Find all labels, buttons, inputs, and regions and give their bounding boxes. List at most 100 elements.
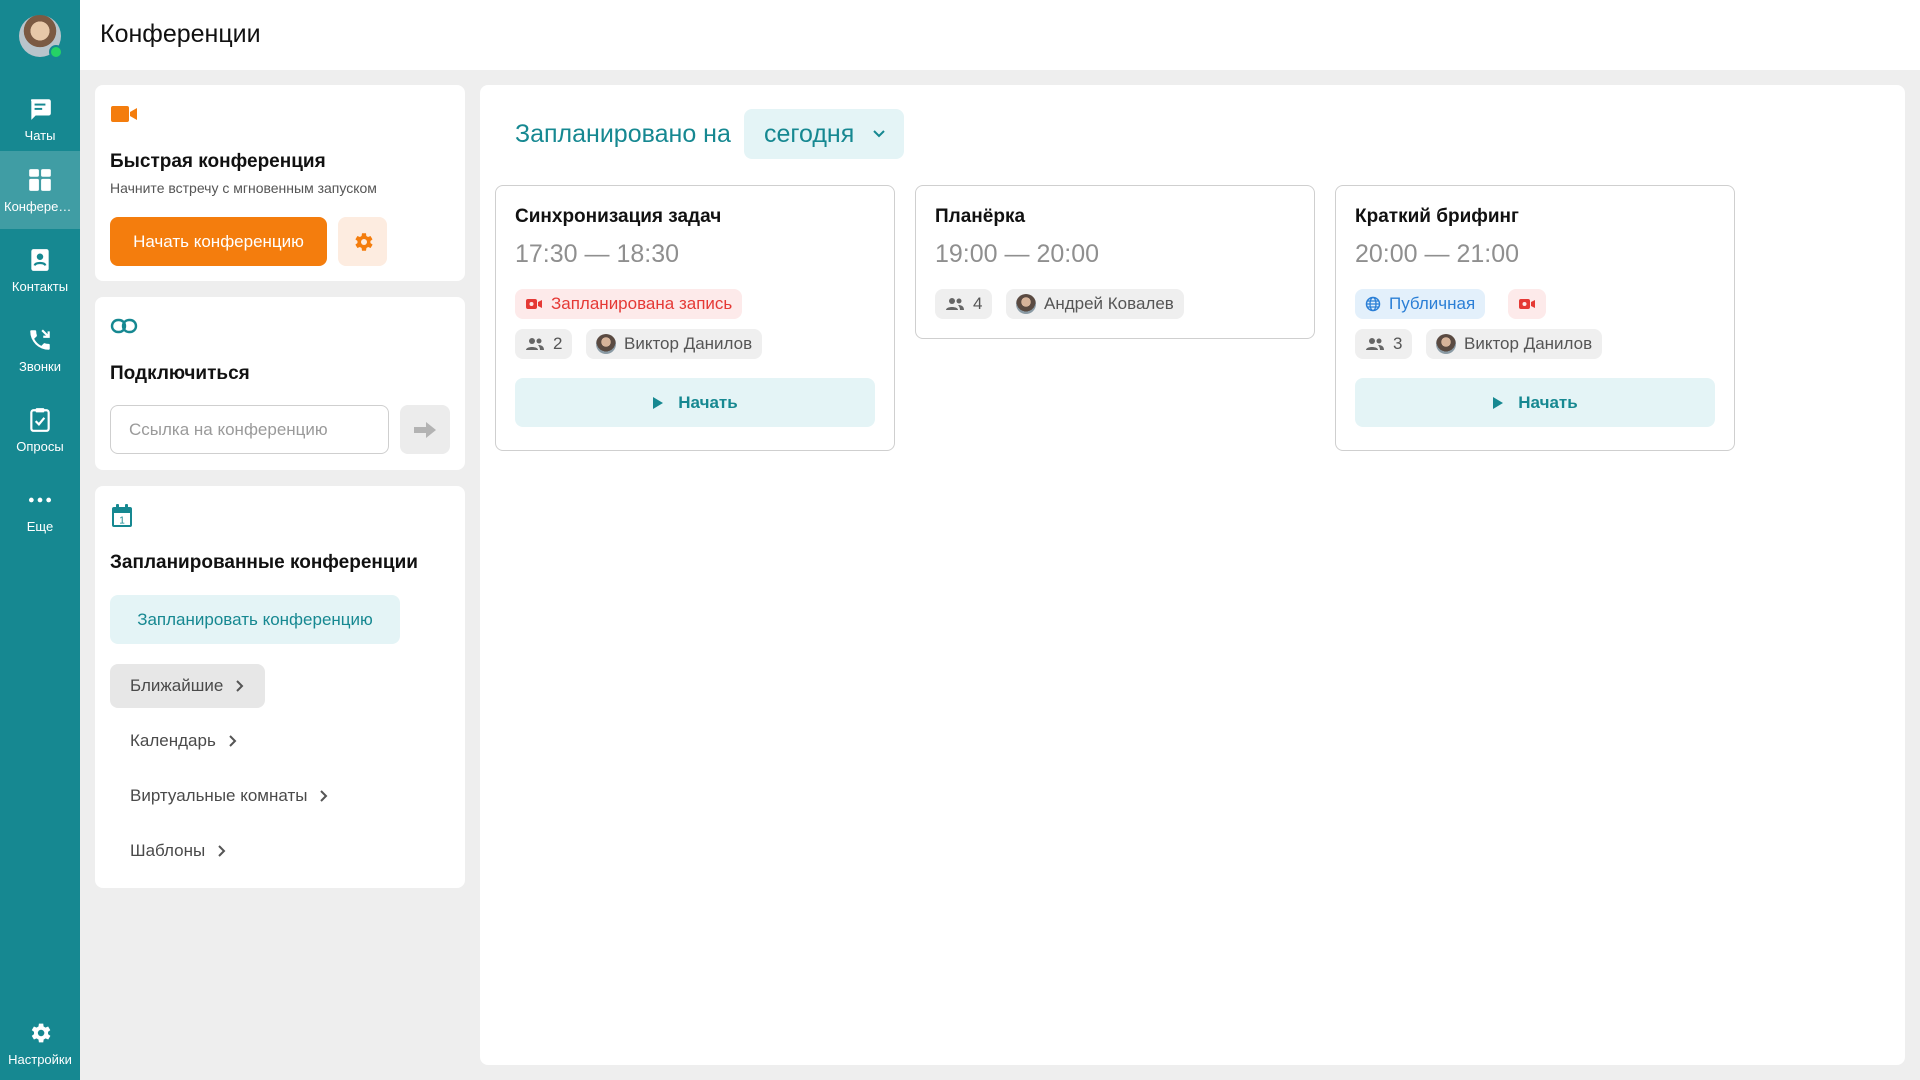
participants-count-value: 2 xyxy=(553,334,563,353)
scheduled-for-label: Запланировано на xyxy=(515,120,731,148)
menu-calendar-label: Календарь xyxy=(130,731,216,750)
participants-icon xyxy=(946,298,964,310)
participants-icon xyxy=(1366,338,1384,350)
start-button-label: Начать xyxy=(1518,392,1578,412)
menu-upcoming-label: Ближайшие xyxy=(130,676,224,695)
recording-badge-label: Запланирована запись xyxy=(551,294,733,313)
nav-more-label: Еще xyxy=(26,519,54,534)
play-icon xyxy=(1493,396,1504,409)
organizer-avatar xyxy=(1016,294,1036,314)
planned-conferences-panel: 1 Запланированные конференции Запланиров… xyxy=(95,486,465,888)
quick-conference-panel: Быстрая конференция Начните встречу с мг… xyxy=(95,85,465,281)
link-icon xyxy=(110,318,138,334)
start-button-label: Начать xyxy=(678,392,738,412)
start-conference-button[interactable]: Начать конференцию xyxy=(110,217,327,266)
calendar-icon: 1 xyxy=(112,504,132,527)
nav-conferences-label: Конференции xyxy=(4,199,80,214)
chevron-right-icon xyxy=(218,845,226,857)
chevron-right-icon xyxy=(320,790,328,802)
conference-settings-button[interactable] xyxy=(338,217,387,266)
chat-icon xyxy=(31,99,51,120)
calls-icon xyxy=(30,329,50,350)
menu-calendar[interactable]: Календарь xyxy=(110,719,258,763)
organizer-chip: Андрей Ковалев xyxy=(1006,289,1184,319)
svg-text:1: 1 xyxy=(119,516,125,527)
organizer-name: Андрей Ковалев xyxy=(1044,294,1174,313)
day-selector-value: сегодня xyxy=(764,119,855,148)
start-button[interactable]: Начать xyxy=(1355,378,1715,427)
organizer-chip: Виктор Данилов xyxy=(586,329,763,359)
schedule-conference-button[interactable]: Запланировать конференцию xyxy=(110,595,400,644)
more-icon xyxy=(28,497,52,503)
participants-count-value: 4 xyxy=(973,294,983,313)
quick-conference-title: Быстрая конференция xyxy=(110,151,326,172)
nav-contacts[interactable]: Контакты xyxy=(0,231,80,309)
day-selector[interactable]: сегодня xyxy=(744,109,904,159)
organizer-avatar xyxy=(1436,334,1456,354)
organizer-name: Виктор Данилов xyxy=(1464,334,1593,353)
record-camera-icon xyxy=(1519,299,1535,309)
participants-count: 4 xyxy=(935,289,993,319)
nav-chats-label: Чаты xyxy=(24,128,56,143)
conference-card-time: 19:00 — 20:00 xyxy=(935,240,1100,268)
chevron-right-icon xyxy=(229,735,237,747)
menu-templates[interactable]: Шаблоны xyxy=(110,829,247,873)
conference-card[interactable]: Краткий брифинг 20:00 — 21:00 Публичная … xyxy=(1335,185,1735,451)
connect-panel: Подключиться xyxy=(95,297,465,470)
organizer-chip: Виктор Данилов xyxy=(1426,329,1603,359)
gear-icon xyxy=(354,232,373,251)
nav-more[interactable]: Еще xyxy=(0,471,80,549)
recording-badge xyxy=(1508,289,1546,319)
globe-icon xyxy=(1365,296,1381,312)
nav-chats[interactable]: Чаты xyxy=(0,80,80,158)
menu-virtual-rooms-label: Виртуальные комнаты xyxy=(130,786,308,805)
conference-card[interactable]: Планёрка 19:00 — 20:00 4 Андрей Ковалев xyxy=(915,185,1315,339)
online-status-indicator xyxy=(49,45,63,59)
recording-badge: Запланирована запись xyxy=(515,289,743,319)
nav-contacts-label: Контакты xyxy=(11,279,69,294)
polls-icon xyxy=(30,408,50,432)
conference-card-time: 17:30 — 18:30 xyxy=(515,240,680,268)
nav-polls[interactable]: Опросы xyxy=(0,391,80,469)
conference-card[interactable]: Синхронизация задач 17:30 — 18:30 Заплан… xyxy=(495,185,895,451)
user-avatar[interactable] xyxy=(19,15,63,59)
participants-count: 3 xyxy=(1355,329,1413,359)
conference-card-time: 20:00 — 21:00 xyxy=(1355,240,1520,268)
schedule-area: Запланировано на сегодня Синхронизация з… xyxy=(480,85,1905,1065)
conference-link-input[interactable] xyxy=(110,405,389,454)
chevron-down-icon xyxy=(873,130,885,138)
sidebar: Чаты Конференции Контакты Звонки Опросы … xyxy=(0,0,80,1080)
nav-calls-label: Звонки xyxy=(19,359,61,374)
participants-count: 2 xyxy=(515,329,573,359)
play-icon xyxy=(653,396,664,409)
nav-settings[interactable]: Настройки xyxy=(0,1000,80,1078)
menu-templates-label: Шаблоны xyxy=(130,841,206,860)
conference-icon xyxy=(29,169,51,191)
page-title: Конференции xyxy=(100,20,261,48)
planned-conferences-title: Запланированные конференции xyxy=(110,552,418,573)
conference-card-title: Синхронизация задач xyxy=(515,206,722,227)
arrow-right-icon xyxy=(414,421,436,438)
nav-conferences[interactable]: Конференции xyxy=(0,151,80,229)
record-camera-icon xyxy=(526,299,542,309)
menu-virtual-rooms[interactable]: Виртуальные комнаты xyxy=(110,774,349,818)
public-badge-label: Публичная xyxy=(1389,294,1476,313)
settings-icon xyxy=(31,1023,51,1043)
nav-polls-label: Опросы xyxy=(16,439,64,454)
page-header: Конференции xyxy=(80,0,1920,70)
conference-card-title: Планёрка xyxy=(935,206,1026,227)
public-badge: Публичная xyxy=(1355,289,1486,319)
menu-upcoming[interactable]: Ближайшие xyxy=(110,664,266,708)
video-camera-icon xyxy=(111,106,137,122)
chevron-right-icon xyxy=(236,680,244,692)
connect-submit-button[interactable] xyxy=(400,405,450,454)
participants-icon xyxy=(526,338,544,350)
conference-card-title: Краткий брифинг xyxy=(1355,206,1519,227)
quick-conference-subtitle: Начните встречу с мгновенным запуском xyxy=(110,180,377,196)
nav-calls[interactable]: Звонки xyxy=(0,311,80,389)
start-button[interactable]: Начать xyxy=(515,378,875,427)
connect-title: Подключиться xyxy=(110,363,250,384)
organizer-avatar xyxy=(596,334,616,354)
participants-count-value: 3 xyxy=(1393,334,1403,353)
organizer-name: Виктор Данилов xyxy=(624,334,753,353)
